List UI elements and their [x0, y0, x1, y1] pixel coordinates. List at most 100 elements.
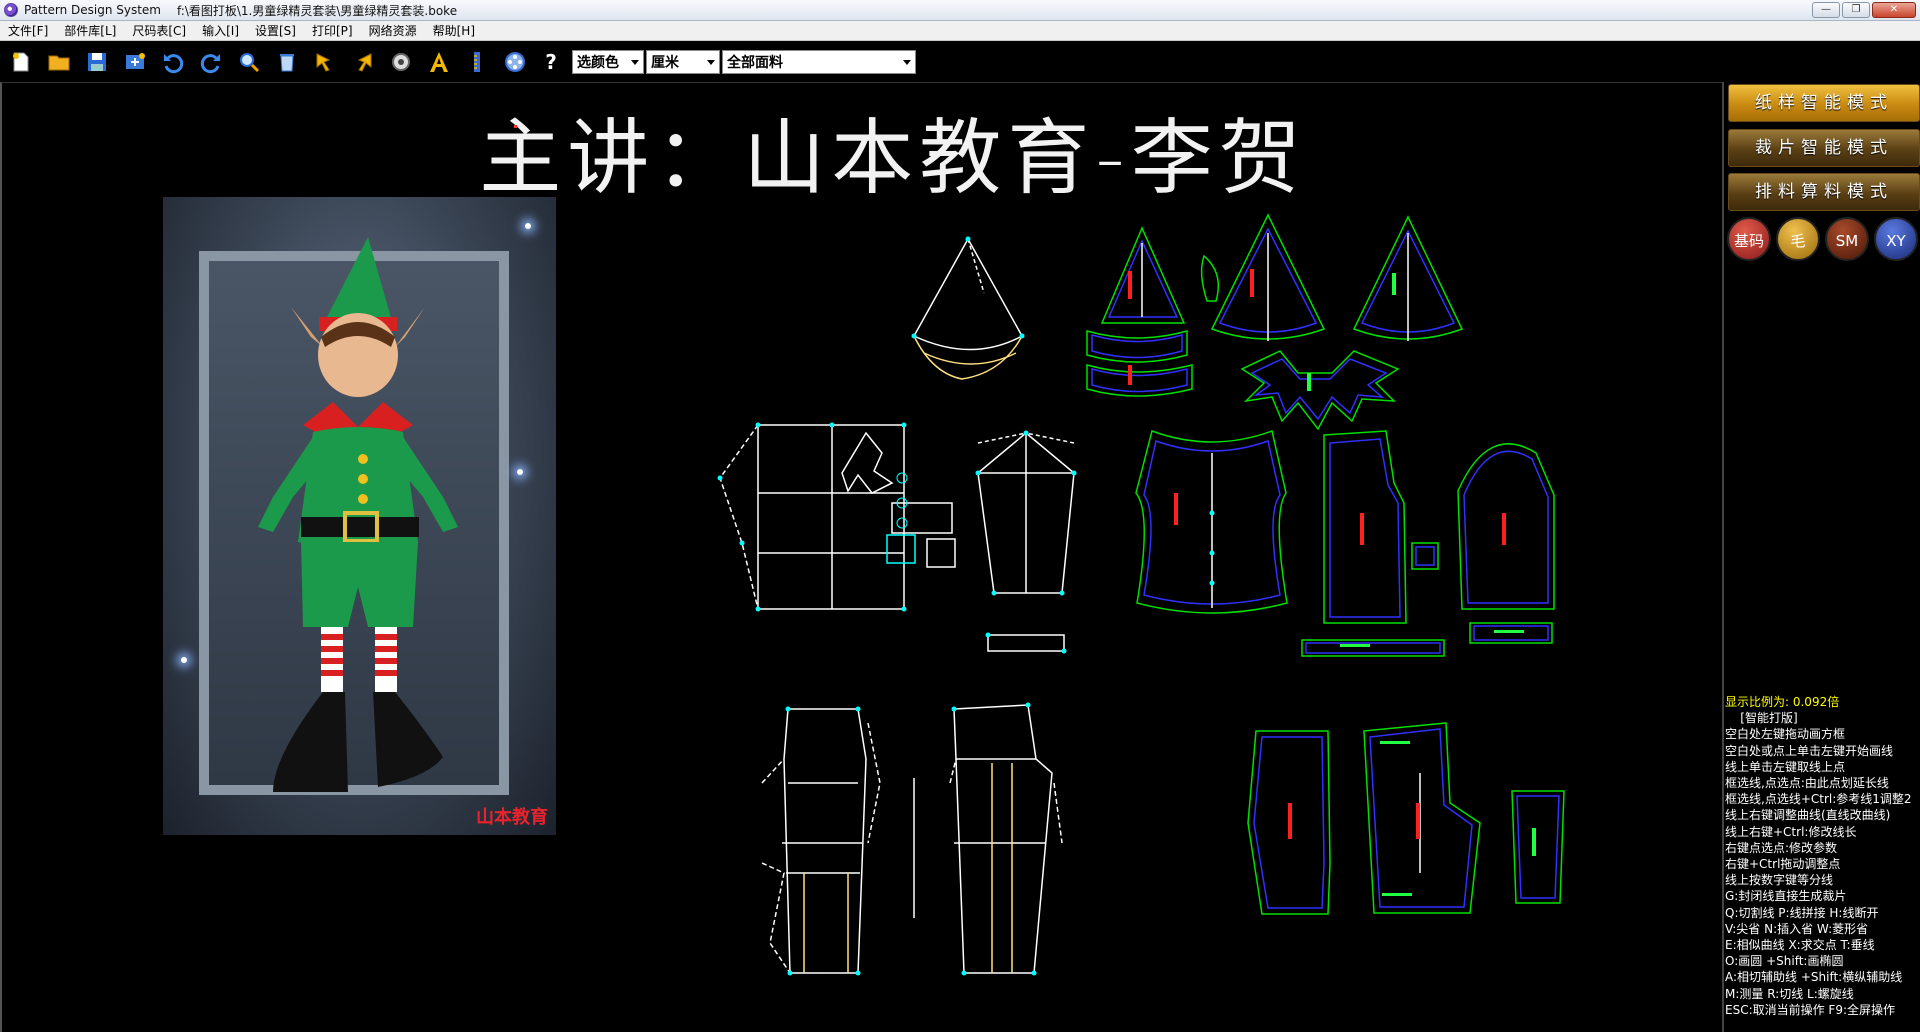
drawing-canvas[interactable]: 主讲：山本教育-李贺 山本教育	[0, 82, 1722, 1032]
help-line: 框选线,点选线+Ctrl:参考线1调整2	[1725, 792, 1912, 807]
help-line: O:画圆 +Shift:画椭圆	[1725, 954, 1844, 969]
window-controls: — ❐ ✕	[1812, 2, 1916, 18]
seam-allowance-button[interactable]: 毛	[1776, 217, 1820, 261]
app-title: Pattern Design System	[24, 3, 161, 17]
minimize-button[interactable]: —	[1812, 2, 1840, 18]
menu-network-resources[interactable]: 网络资源	[361, 22, 425, 39]
menu-parts-library[interactable]: 部件库[L]	[56, 22, 124, 39]
redo-icon	[200, 54, 220, 74]
fabric-select[interactable]: 全部面料	[722, 50, 916, 74]
app-window: Pattern Design System f:\看图打板\1.男童绿精灵套装\…	[0, 0, 1920, 1032]
piece-smart-mode-button[interactable]: 裁片智能模式	[1728, 129, 1920, 167]
pattern-smart-mode-button[interactable]: 纸样智能模式	[1728, 84, 1920, 122]
bodice-draft[interactable]	[719, 424, 956, 610]
open-folder-button[interactable]	[44, 47, 74, 77]
pattern-drawings	[717, 213, 1565, 976]
hat-piece-3[interactable]	[1352, 215, 1464, 341]
help-line: 右键+Ctrl拖动调整点	[1725, 857, 1841, 872]
pointer-select-button[interactable]	[310, 47, 340, 77]
chevron-down-icon	[631, 60, 639, 65]
help-line: A:相切辅助线 +Shift:横纵辅助线	[1725, 970, 1903, 985]
help-line: 线上右键+Ctrl:修改线长	[1725, 824, 1857, 839]
open-folder-icon	[48, 55, 70, 71]
toolbar: ? 选颜色 厘米 全部面料	[0, 42, 1920, 82]
redo-button[interactable]	[196, 47, 226, 77]
close-button[interactable]: ✕	[1872, 2, 1916, 18]
hat-ear-piece[interactable]	[1200, 254, 1219, 302]
unit-select[interactable]: 厘米	[646, 50, 720, 74]
menu-bar: 文件[F] 部件库[L] 尺码表[C] 输入[I] 设置[S] 打印[P] 网络…	[0, 21, 1920, 41]
zoom-button[interactable]	[234, 47, 264, 77]
help-line: 空白处左键拖动画方框	[1725, 727, 1846, 742]
measure-tape-button[interactable]	[386, 47, 416, 77]
fabric-select-value: 全部面料	[727, 55, 783, 71]
menu-input[interactable]: 输入[I]	[194, 22, 247, 39]
chevron-down-icon	[707, 60, 715, 65]
help-line: E:相似曲线 X:求交点 T:垂线	[1725, 938, 1875, 953]
hat-piece-2[interactable]	[1210, 213, 1326, 341]
collar-piece[interactable]	[1240, 350, 1400, 431]
pointer-adjust-button[interactable]	[348, 47, 378, 77]
menu-file[interactable]: 文件[F]	[0, 22, 56, 39]
help-line: 框选线,点选点:由此点划延长线	[1725, 776, 1889, 791]
save-button[interactable]	[82, 47, 112, 77]
text-tool-button[interactable]	[424, 47, 454, 77]
color-select[interactable]: 选颜色	[572, 50, 644, 74]
help-line: M:测量 R:切线 L:螺旋线	[1725, 986, 1854, 1001]
help-line: 空白处或点上单击左键开始画线	[1725, 743, 1894, 758]
base-size-button[interactable]: 基码	[1727, 217, 1771, 261]
pointer-select-icon	[316, 53, 331, 72]
menu-settings[interactable]: 设置[S]	[247, 22, 304, 39]
pants-cuff-piece[interactable]	[1511, 790, 1565, 904]
film-reel-icon	[505, 52, 525, 72]
maximize-button[interactable]: ❐	[1842, 2, 1870, 18]
chevron-down-icon	[903, 60, 911, 65]
front-bodice-piece[interactable]	[1135, 430, 1288, 614]
small-square-piece[interactable]	[1411, 542, 1439, 570]
undo-icon	[164, 54, 184, 74]
help-line: V:尖省 N:插入省 W:菱形省	[1725, 921, 1869, 936]
right-panel: 纸样智能模式 裁片智能模式 排料算料模式 基码 毛 SM XY 显示比例为: 0…	[1722, 82, 1920, 1032]
help-button[interactable]: ?	[538, 50, 564, 74]
pants-back-piece[interactable]	[1363, 722, 1481, 914]
import-button[interactable]	[120, 47, 150, 77]
menu-help[interactable]: 帮助[H]	[425, 22, 483, 39]
sleeve-draft[interactable]	[977, 432, 1075, 652]
hat-brim-piece-1[interactable]	[1086, 330, 1188, 363]
undo-button[interactable]	[158, 47, 188, 77]
help-line: 线上单击左键取线上点	[1725, 759, 1846, 774]
save-icon	[88, 53, 106, 71]
hat-brim-piece-2[interactable]	[1086, 364, 1193, 397]
recycle-bin-icon	[280, 54, 294, 72]
color-select-value: 选颜色	[577, 55, 619, 71]
xy-button[interactable]: XY	[1874, 217, 1918, 261]
menu-size-chart[interactable]: 尺码表[C]	[124, 22, 194, 39]
new-file-icon	[13, 52, 29, 72]
sm-button[interactable]: SM	[1825, 217, 1869, 261]
file-path: f:\看图打板\1.男童绿精灵套装\男童绿精灵套装.boke	[176, 3, 458, 18]
ruler-icon	[474, 52, 480, 72]
waistband-piece-1[interactable]	[1301, 639, 1445, 657]
pants-back-draft[interactable]	[913, 704, 1063, 974]
text-icon	[430, 52, 448, 72]
menu-print[interactable]: 打印[P]	[304, 22, 361, 39]
measure-tape-icon	[392, 53, 410, 71]
marker-mode-button[interactable]: 排料算料模式	[1728, 173, 1920, 211]
hat-draft[interactable]	[912, 237, 1024, 380]
help-line: 右键点选点:修改参数	[1725, 840, 1838, 855]
ruler-button[interactable]	[462, 47, 492, 77]
control-points	[717, 236, 1215, 976]
help-line: 线上按数字键等分线	[1725, 873, 1834, 888]
app-logo-icon	[4, 3, 18, 17]
import-icon	[126, 53, 145, 69]
hat-piece-1[interactable]	[1100, 226, 1186, 324]
film-reel-button[interactable]	[500, 47, 530, 77]
pants-front-draft[interactable]	[761, 708, 881, 974]
new-file-button[interactable]	[6, 47, 36, 77]
help-line: 线上右键调整曲线(直线改曲线)	[1725, 808, 1891, 823]
pointer-adjust-icon	[357, 53, 372, 72]
grainline-labels	[1128, 269, 1506, 839]
help-line: ESC:取消当前操作 F9:全屏操作	[1725, 1002, 1896, 1017]
back-bodice-piece[interactable]	[1323, 430, 1407, 624]
recycle-button[interactable]	[272, 47, 302, 77]
